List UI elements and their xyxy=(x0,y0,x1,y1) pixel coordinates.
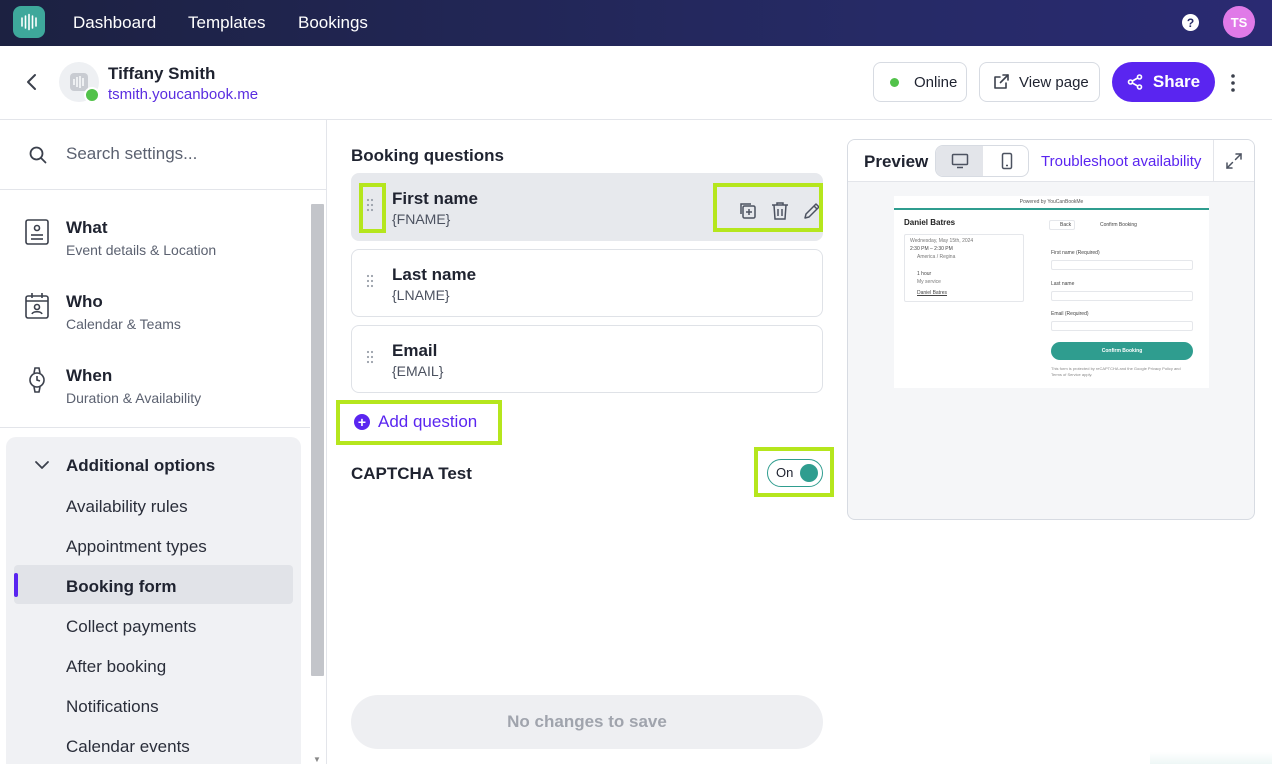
sidebar-item-who[interactable]: Who Calendar & Teams xyxy=(0,278,310,348)
question-card-last-name[interactable]: Last name {LNAME} xyxy=(351,249,823,317)
question-name: First name xyxy=(392,189,478,208)
nav-templates[interactable]: Templates xyxy=(188,13,265,33)
more-options-icon[interactable] xyxy=(1230,74,1236,92)
additional-options-group: Additional options Availability rules Ap… xyxy=(6,437,301,764)
preview-recaptcha-line1: This form is protected by reCAPTCHA and … xyxy=(1051,366,1181,371)
document-icon xyxy=(24,218,50,246)
scroll-down-arrow-icon[interactable]: ▼ xyxy=(313,755,321,764)
preview-host-name: Daniel Batres xyxy=(904,218,956,227)
question-name: Email xyxy=(392,341,438,360)
profile-link[interactable]: tsmith.youcanbook.me xyxy=(108,86,258,103)
sidebar-item-subtitle: Event details & Location xyxy=(66,242,217,258)
expand-icon[interactable] xyxy=(1213,140,1254,182)
preview-panel: Preview Troubleshoot availability Powere… xyxy=(847,139,1255,520)
preview-duration: 1 hour xyxy=(917,271,932,277)
top-navbar: Dashboard Templates Bookings ? TS xyxy=(0,0,1272,46)
share-icon xyxy=(1127,74,1143,90)
search-input[interactable]: Search settings... xyxy=(66,144,197,164)
sidebar-item-calendar-events[interactable]: Calendar events xyxy=(66,737,190,757)
sidebar-item-collect-payments[interactable]: Collect payments xyxy=(66,617,196,637)
save-button[interactable]: No changes to save xyxy=(351,695,823,749)
troubleshoot-availability-link[interactable]: Troubleshoot availability xyxy=(1041,153,1201,170)
settings-sidebar: Search settings... What Event details & … xyxy=(0,120,327,764)
external-link-icon xyxy=(992,73,1010,91)
sidebar-item-booking-form[interactable]: Booking form xyxy=(66,577,177,597)
active-item-indicator xyxy=(14,573,18,597)
back-arrow-icon[interactable] xyxy=(22,72,42,92)
question-name: Last name xyxy=(392,265,477,284)
sidebar-item-title: When xyxy=(66,366,113,385)
preview-confirm-heading: Confirm Booking xyxy=(1100,222,1137,228)
page-header: Tiffany Smith tsmith.youcanbook.me Onlin… xyxy=(0,46,1272,120)
sidebar-divider xyxy=(0,427,310,428)
drag-handle-icon[interactable] xyxy=(366,274,374,288)
calendar-person-icon xyxy=(24,292,50,320)
settings-search[interactable]: Search settings... xyxy=(0,120,326,190)
preview-service: My service xyxy=(917,279,941,285)
question-token: {EMAIL} xyxy=(392,363,444,379)
online-status-button[interactable]: Online xyxy=(873,62,967,102)
preview-timezone: America / Regina xyxy=(917,254,956,260)
additional-options-title[interactable]: Additional options xyxy=(66,456,215,476)
preview-field-last: Last name xyxy=(1051,281,1075,287)
question-token: {LNAME} xyxy=(392,287,450,303)
highlight-question-actions xyxy=(713,183,823,232)
share-button[interactable]: Share xyxy=(1112,62,1215,102)
sidebar-item-title: Who xyxy=(66,292,103,311)
booking-page-preview: Powered by YouCanBookMe Daniel Batres We… xyxy=(894,196,1209,388)
highlight-add-question xyxy=(336,400,502,445)
chevron-down-icon[interactable] xyxy=(34,457,50,473)
search-icon xyxy=(29,146,47,164)
preview-input-last xyxy=(1051,291,1193,301)
nav-dashboard[interactable]: Dashboard xyxy=(73,13,156,33)
drag-handle-icon[interactable] xyxy=(366,350,374,364)
preview-field-first: First name (Required) xyxy=(1051,250,1100,256)
sidebar-scrollbar[interactable] xyxy=(311,204,324,676)
preview-confirm-button: Confirm Booking xyxy=(1051,342,1193,360)
watch-icon xyxy=(24,366,50,394)
mobile-icon[interactable] xyxy=(983,146,1030,176)
online-label: Online xyxy=(914,73,958,91)
online-dot-icon xyxy=(890,77,899,87)
captcha-label: CAPTCHA Test xyxy=(351,464,472,483)
sidebar-item-when[interactable]: When Duration & Availability xyxy=(0,352,310,422)
share-label: Share xyxy=(1152,72,1201,91)
profile-name: Tiffany Smith xyxy=(108,64,216,83)
highlight-drag-handle xyxy=(359,183,386,233)
sidebar-item-title: What xyxy=(66,218,108,237)
desktop-icon[interactable] xyxy=(936,146,983,176)
sidebar-item-appointment-types[interactable]: Appointment types xyxy=(66,537,207,557)
preview-field-email: Email (Required) xyxy=(1051,311,1089,317)
view-page-button[interactable]: View page xyxy=(979,62,1100,102)
preview-powered-by: Powered by YouCanBookMe xyxy=(894,196,1209,210)
preview-input-email xyxy=(1051,321,1193,331)
preview-title: Preview xyxy=(864,152,929,171)
preview-person: Daniel Batres xyxy=(917,290,948,296)
view-page-label: View page xyxy=(1019,73,1089,91)
preview-back-label: Back xyxy=(1060,222,1072,228)
user-avatar[interactable]: TS xyxy=(1223,6,1255,38)
question-token: {FNAME} xyxy=(392,211,451,227)
sidebar-item-after-booking[interactable]: After booking xyxy=(66,657,166,677)
app-logo-icon[interactable] xyxy=(13,6,45,38)
device-toggle xyxy=(935,145,1029,177)
preview-header: Preview Troubleshoot availability xyxy=(848,140,1254,182)
preview-input-first xyxy=(1051,260,1193,270)
sidebar-item-what[interactable]: What Event details & Location xyxy=(0,204,310,274)
sidebar-item-availability-rules[interactable]: Availability rules xyxy=(66,497,188,517)
help-icon[interactable]: ? xyxy=(1182,14,1199,31)
booking-form-panel: Booking questions First name {FNAME} Las… xyxy=(328,120,838,764)
preview-recaptcha-line2: Terms of Service apply. xyxy=(1051,372,1093,377)
preview-time: 2:30 PM – 2:30 PM xyxy=(910,246,953,252)
decorative-corner xyxy=(1150,752,1272,764)
section-title: Booking questions xyxy=(351,146,504,165)
sidebar-item-notifications[interactable]: Notifications xyxy=(66,697,159,717)
sidebar-item-subtitle: Duration & Availability xyxy=(66,390,202,406)
question-card-email[interactable]: Email {EMAIL} xyxy=(351,325,823,393)
nav-bookings[interactable]: Bookings xyxy=(298,13,368,33)
highlight-captcha-toggle xyxy=(754,447,834,497)
sidebar-item-subtitle: Calendar & Teams xyxy=(66,316,181,332)
preview-date: Wednesday, May 15th, 2024 xyxy=(910,238,974,244)
online-status-dot xyxy=(84,87,100,103)
